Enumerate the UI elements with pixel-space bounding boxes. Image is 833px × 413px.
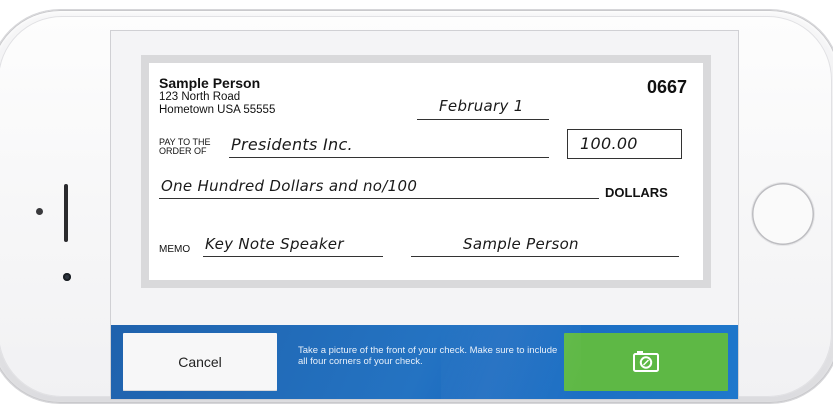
- check-number: 0667: [646, 77, 687, 97]
- dollars-label: DOLLARS: [605, 185, 668, 200]
- date-line: [417, 119, 549, 120]
- earpiece-speaker: [64, 184, 68, 242]
- capture-instructions: Take a picture of the front of your chec…: [298, 345, 558, 367]
- capture-button[interactable]: [564, 333, 728, 391]
- payee-line: [229, 157, 549, 158]
- payer-address-line2: Hometown USA 55555: [159, 104, 276, 116]
- payee: Presidents Inc.: [231, 135, 353, 154]
- proximity-sensor: [36, 208, 43, 215]
- front-camera: [63, 273, 71, 281]
- payer-name: Sample Person: [159, 75, 261, 91]
- amount: 100.00: [580, 134, 638, 153]
- memo-label: MEMO: [159, 244, 191, 255]
- memo: Key Note Speaker: [205, 235, 344, 253]
- app-screen: Sample Person 123 North Road Hometown US…: [111, 31, 738, 399]
- amount-words: One Hundred Dollars and no/100: [161, 177, 418, 195]
- check-preview: Sample Person 123 North Road Hometown US…: [141, 55, 711, 288]
- check-date: February 1: [439, 97, 524, 115]
- payer-address-line1: 123 North Road: [159, 91, 241, 103]
- camera-icon: [631, 349, 661, 376]
- signature: Sample Person: [463, 235, 579, 253]
- amount-box: 100.00: [567, 129, 682, 159]
- pay-to-label-line2: ORDER OF: [159, 146, 207, 156]
- amount-words-line: [159, 198, 599, 199]
- signature-line: [411, 256, 679, 257]
- cancel-button[interactable]: Cancel: [123, 333, 277, 391]
- action-bar: Cancel Take a picture of the front of yo…: [111, 325, 738, 399]
- home-button[interactable]: [752, 183, 814, 245]
- pay-to-label: PAY TO THE ORDER OF: [159, 138, 211, 156]
- check: Sample Person 123 North Road Hometown US…: [149, 63, 703, 280]
- memo-line: [203, 256, 383, 257]
